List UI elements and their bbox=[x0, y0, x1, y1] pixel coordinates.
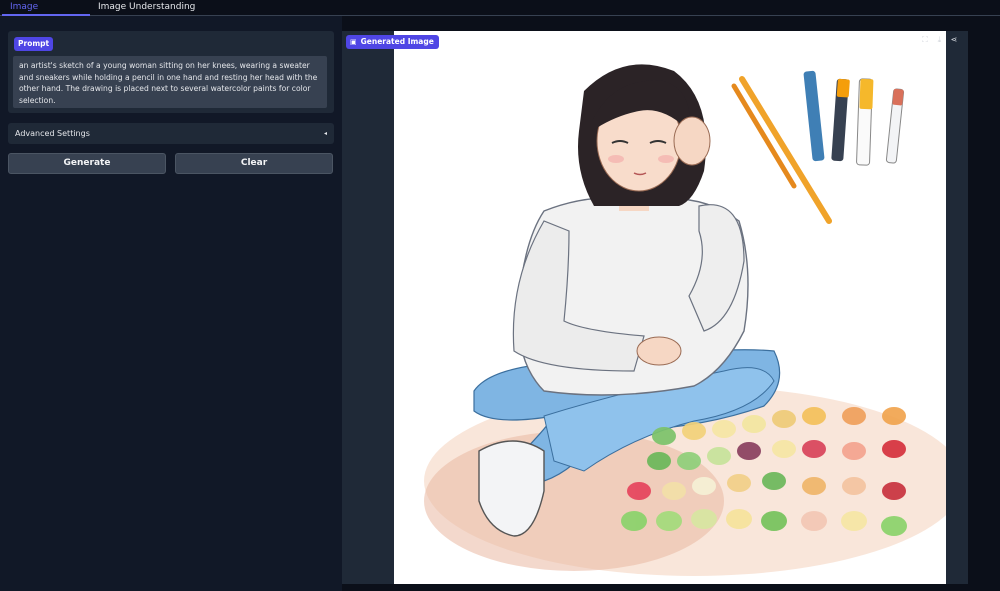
advanced-settings-accordion[interactable]: Advanced Settings ◂ bbox=[8, 123, 334, 144]
fullscreen-icon[interactable]: ⛶ bbox=[919, 35, 931, 45]
download-icon[interactable]: ⤓ bbox=[933, 35, 945, 45]
tab-bar: Image Generation Image Understanding bbox=[0, 0, 1000, 25]
generated-image-label: ▣ Generated Image bbox=[346, 35, 439, 49]
tab-image-generation[interactable]: Image Generation bbox=[2, 0, 90, 25]
advanced-settings-label: Advanced Settings bbox=[15, 129, 90, 138]
tab-image-understanding[interactable]: Image Understanding bbox=[90, 0, 203, 16]
prompt-block: Prompt an artist's sketch of a young wom… bbox=[8, 31, 334, 113]
generated-image bbox=[394, 31, 946, 584]
generated-image-label-text: Generated Image bbox=[360, 37, 434, 46]
prompt-input[interactable]: an artist's sketch of a young woman sitt… bbox=[13, 56, 327, 108]
caret-left-icon: ◂ bbox=[323, 130, 327, 137]
image-icon: ▣ bbox=[350, 38, 357, 46]
clear-button[interactable]: Clear bbox=[175, 153, 333, 174]
prompt-label: Prompt bbox=[14, 37, 54, 51]
share-icon[interactable]: ⋖ bbox=[948, 35, 960, 44]
generate-button[interactable]: Generate bbox=[8, 153, 166, 174]
output-panel: ▣ Generated Image ⛶ ⤓ ⋖ bbox=[342, 31, 968, 584]
image-toolbar: ⛶ ⤓ ⋖ bbox=[919, 35, 960, 47]
